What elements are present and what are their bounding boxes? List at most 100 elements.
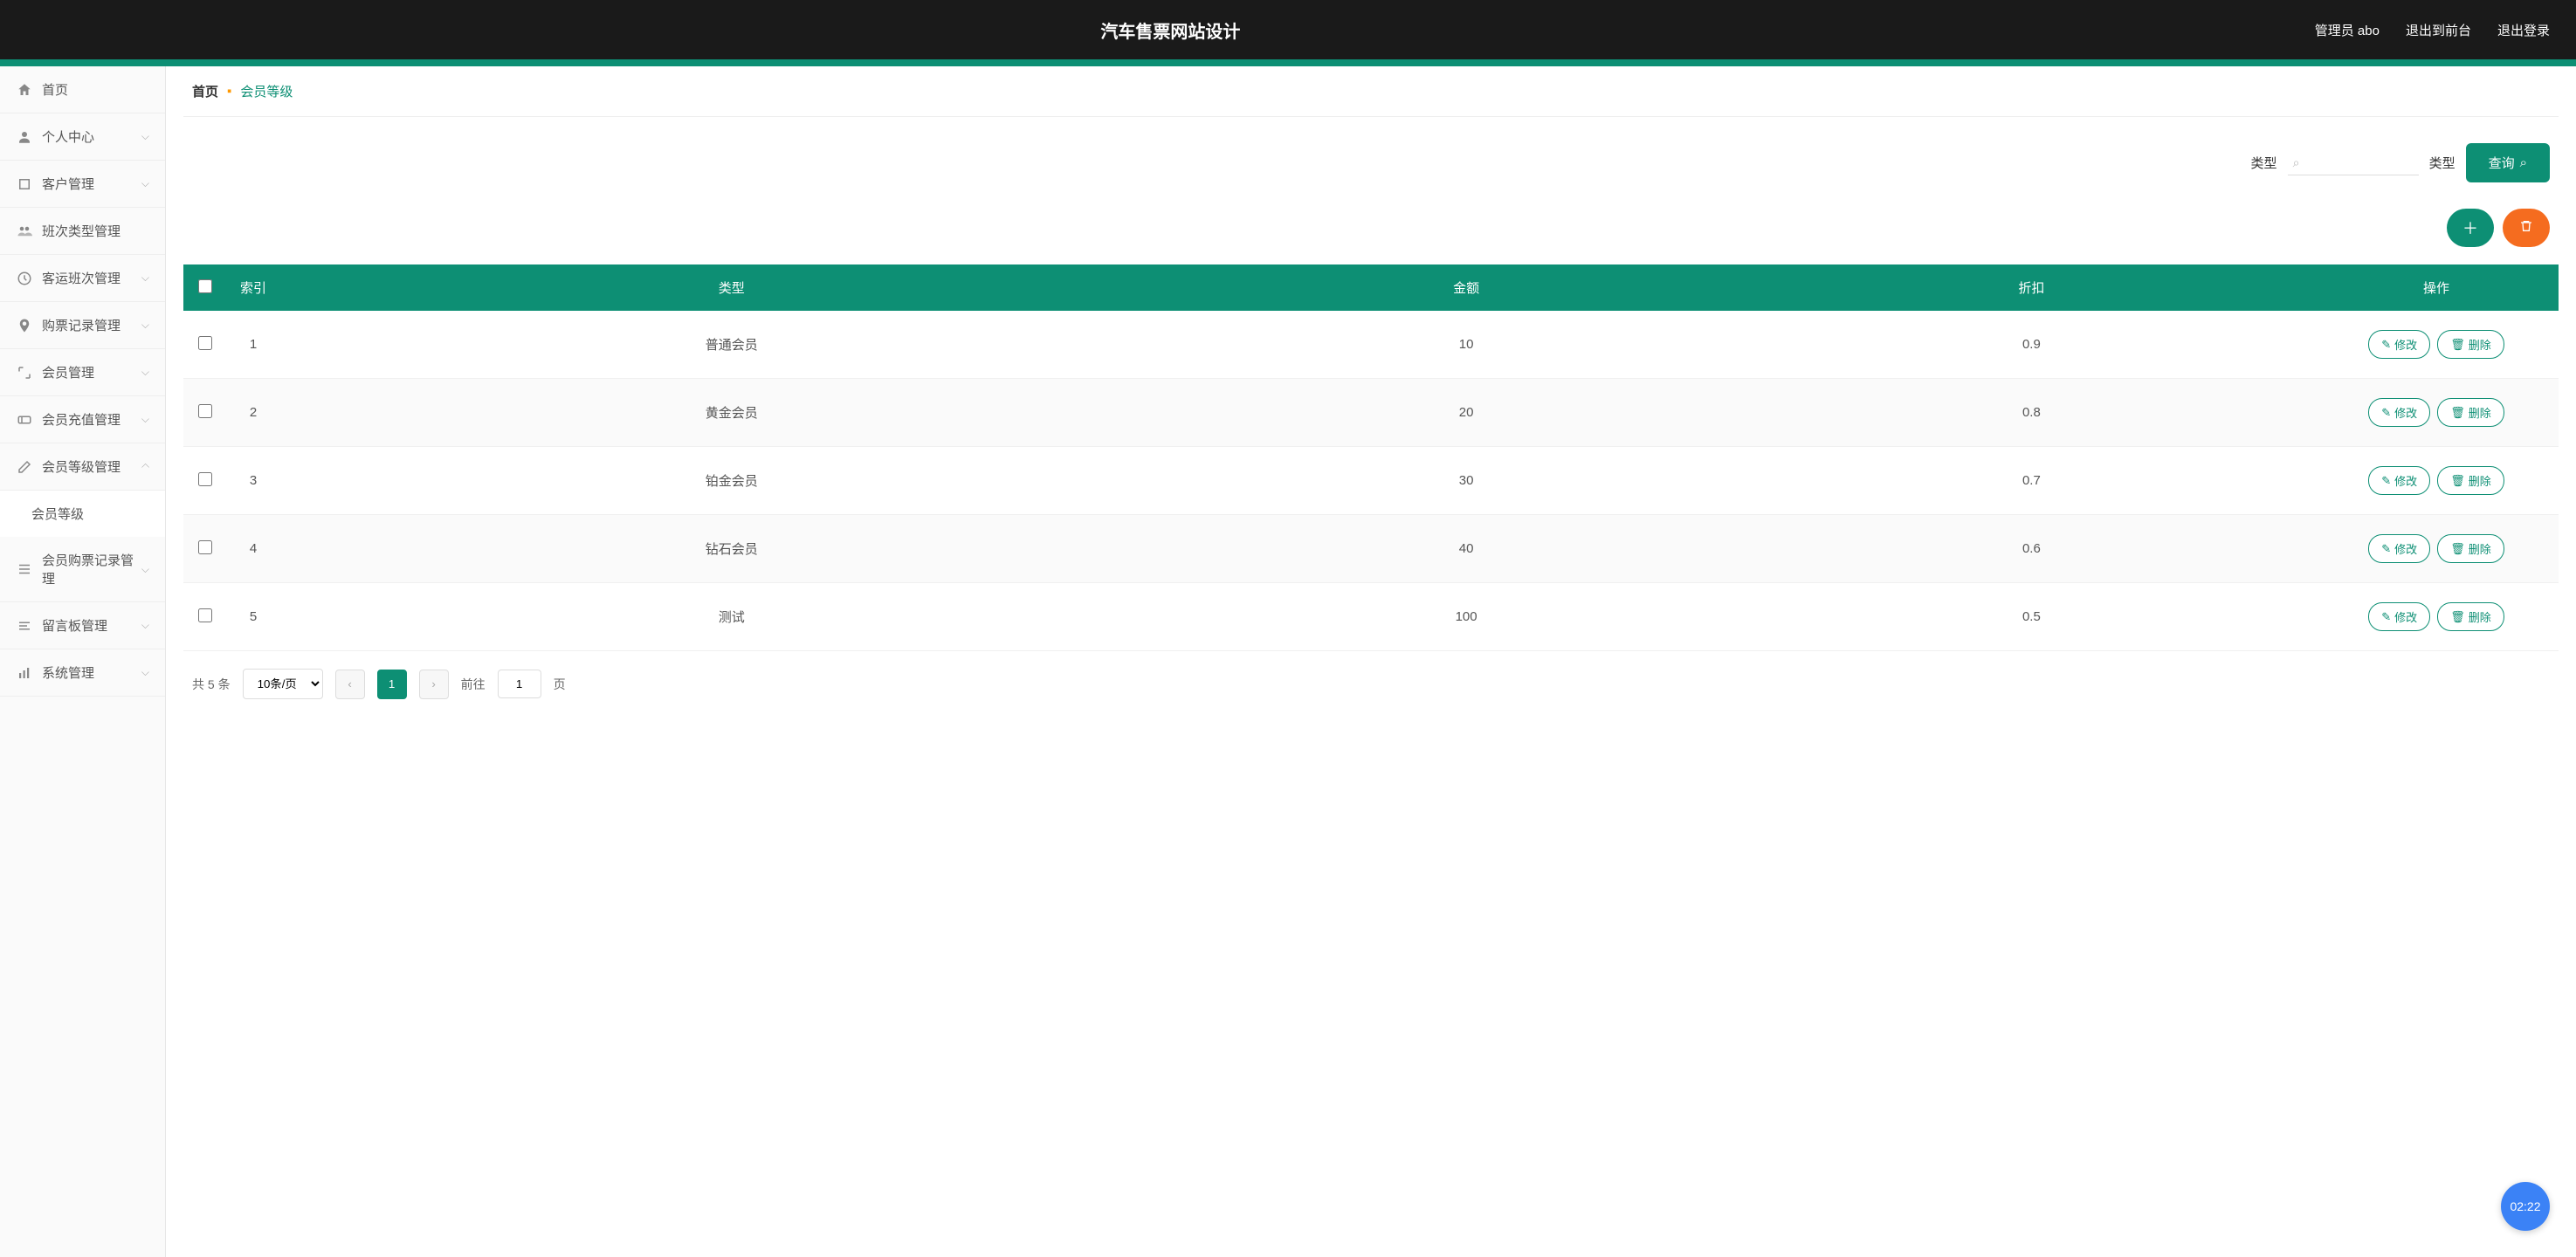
crop-icon — [16, 175, 33, 193]
trash-icon: 🗑 — [2450, 474, 2465, 488]
user-label[interactable]: 管理员 abo — [2315, 21, 2380, 39]
home-icon — [16, 81, 33, 99]
sidebar-item-5[interactable]: 购票记录管理⌵ — [0, 302, 165, 349]
chevron-down-icon: ⌵ — [141, 366, 149, 379]
exit-to-front-link[interactable]: 退出到前台 — [2406, 21, 2471, 39]
breadcrumb-home[interactable]: 首页 — [192, 82, 218, 100]
bars-icon — [16, 664, 33, 682]
sidebar-item-label: 会员等级管理 — [42, 457, 141, 476]
sidebar-item-10[interactable]: 会员购票记录管理⌵ — [0, 537, 165, 602]
cell-type: 铂金会员 — [279, 447, 1183, 515]
cell-type: 普通会员 — [279, 311, 1183, 379]
goto-page-input[interactable] — [498, 670, 541, 698]
row-checkbox[interactable] — [198, 404, 212, 418]
pin-icon — [16, 317, 33, 334]
edit-icon: ✎ — [2381, 406, 2391, 420]
table-row: 2黄金会员200.8✎ 修改🗑 删除 — [183, 379, 2559, 447]
sidebar-item-label: 个人中心 — [42, 127, 141, 146]
sidebar-item-label: 会员购票记录管理 — [42, 551, 141, 587]
sidebar-item-label: 客户管理 — [42, 175, 141, 193]
page-1-button[interactable]: 1 — [377, 670, 407, 699]
ticket-icon — [16, 411, 33, 429]
bulk-delete-button[interactable] — [2503, 209, 2550, 247]
search-icon: ⌕ — [2520, 155, 2527, 170]
edit-button[interactable]: ✎ 修改 — [2368, 398, 2430, 427]
edit-button[interactable]: ✎ 修改 — [2368, 466, 2430, 495]
edit-button[interactable]: ✎ 修改 — [2368, 602, 2430, 631]
sidebar-item-0[interactable]: 首页 — [0, 66, 165, 113]
edit-icon: ✎ — [2381, 338, 2391, 352]
sidebar-item-label: 购票记录管理 — [42, 316, 141, 334]
sidebar-item-label: 首页 — [42, 80, 149, 99]
sidebar-item-1[interactable]: 个人中心⌵ — [0, 113, 165, 161]
query-button-label: 查询 — [2489, 154, 2515, 172]
sidebar-item-3[interactable]: 班次类型管理 — [0, 208, 165, 255]
chevron-down-icon: ⌵ — [141, 177, 149, 190]
delete-button[interactable]: 🗑 删除 — [2437, 534, 2504, 563]
chevron-down-icon: ⌵ — [141, 666, 149, 679]
accent-strip — [0, 59, 2576, 66]
col-discount: 折扣 — [1749, 264, 2314, 311]
row-checkbox[interactable] — [198, 472, 212, 486]
pagination: 共 5 条 10条/页 ‹ 1 › 前往 页 — [183, 651, 2559, 717]
app-title: 汽车售票网站设计 — [26, 17, 2315, 43]
trash-icon: 🗑 — [2450, 338, 2465, 352]
delete-button[interactable]: 🗑 删除 — [2437, 398, 2504, 427]
sidebar-item-9[interactable]: 会员等级 — [0, 491, 165, 537]
expand-icon — [16, 364, 33, 381]
table-row: 5测试1000.5✎ 修改🗑 删除 — [183, 583, 2559, 651]
sidebar-item-label: 会员等级 — [31, 505, 149, 523]
list-icon — [16, 560, 33, 578]
sidebar-item-12[interactable]: 系统管理⌵ — [0, 649, 165, 697]
cell-type: 测试 — [279, 583, 1183, 651]
chevron-down-icon: ⌵ — [141, 619, 149, 632]
sidebar-item-2[interactable]: 客户管理⌵ — [0, 161, 165, 208]
filter-label-2: 类型 — [2429, 154, 2455, 172]
sidebar-item-label: 会员充值管理 — [42, 410, 141, 429]
search-icon: ⌕ — [2293, 155, 2300, 170]
query-button[interactable]: 查询 ⌕ — [2466, 143, 2550, 182]
cell-index: 2 — [227, 379, 279, 447]
logout-link[interactable]: 退出登录 — [2497, 21, 2550, 39]
delete-button[interactable]: 🗑 删除 — [2437, 330, 2504, 359]
sidebar: 首页个人中心⌵客户管理⌵班次类型管理客运班次管理⌵购票记录管理⌵会员管理⌵会员充… — [0, 66, 166, 1257]
col-actions: 操作 — [2314, 264, 2559, 311]
cell-amount: 40 — [1183, 515, 1748, 583]
group-icon — [16, 223, 33, 240]
cell-discount: 0.6 — [1749, 515, 2314, 583]
sidebar-item-8[interactable]: 会员等级管理⌵ — [0, 443, 165, 491]
add-button[interactable]: ＋ — [2447, 209, 2494, 247]
edit-button[interactable]: ✎ 修改 — [2368, 330, 2430, 359]
row-checkbox[interactable] — [198, 608, 212, 622]
sidebar-item-7[interactable]: 会员充值管理⌵ — [0, 396, 165, 443]
next-page-button[interactable]: › — [419, 670, 449, 699]
filter-input-1[interactable] — [2288, 150, 2419, 175]
clock-icon — [16, 270, 33, 287]
chevron-down-icon: ⌵ — [141, 319, 149, 332]
row-checkbox[interactable] — [198, 336, 212, 350]
col-index: 索引 — [227, 264, 279, 311]
row-checkbox[interactable] — [198, 540, 212, 554]
trash-icon — [2519, 219, 2533, 237]
cell-type: 黄金会员 — [279, 379, 1183, 447]
delete-button[interactable]: 🗑 删除 — [2437, 466, 2504, 495]
cell-amount: 20 — [1183, 379, 1748, 447]
sidebar-item-11[interactable]: 留言板管理⌵ — [0, 602, 165, 649]
chevron-down-icon: ⌵ — [141, 563, 149, 576]
page-size-select[interactable]: 10条/页 — [243, 669, 323, 699]
cell-index: 3 — [227, 447, 279, 515]
timer-badge[interactable]: 02:22 — [2501, 1182, 2550, 1231]
col-amount: 金额 — [1183, 264, 1748, 311]
cell-discount: 0.9 — [1749, 311, 2314, 379]
delete-button[interactable]: 🗑 删除 — [2437, 602, 2504, 631]
filter-bar: 类型 ⌕ 类型 查询 ⌕ — [183, 126, 2559, 200]
sidebar-item-label: 会员管理 — [42, 363, 141, 381]
sidebar-item-4[interactable]: 客运班次管理⌵ — [0, 255, 165, 302]
table-header: 索引 类型 金额 折扣 操作 — [183, 264, 2559, 311]
prev-page-button[interactable]: ‹ — [335, 670, 365, 699]
sidebar-item-6[interactable]: 会员管理⌵ — [0, 349, 165, 396]
edit-button[interactable]: ✎ 修改 — [2368, 534, 2430, 563]
select-all-checkbox[interactable] — [198, 279, 212, 293]
sidebar-item-label: 留言板管理 — [42, 616, 141, 635]
sidebar-item-label: 客运班次管理 — [42, 269, 141, 287]
